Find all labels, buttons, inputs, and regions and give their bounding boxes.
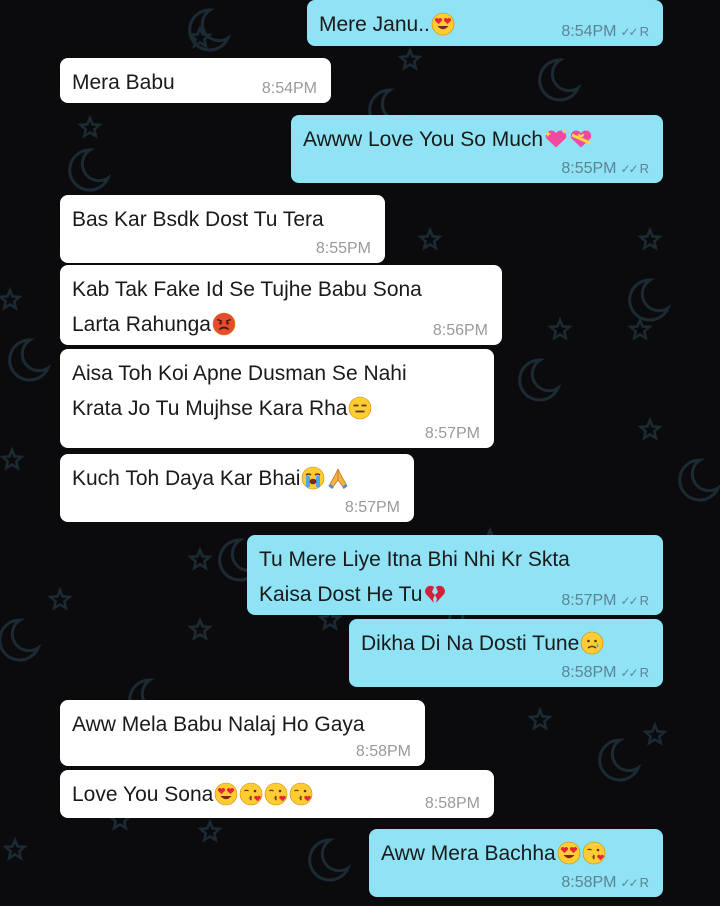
heart-with-ribbon-emoji-icon xyxy=(569,127,593,151)
moon-shape xyxy=(538,58,582,102)
read-status: R xyxy=(639,665,649,680)
sparkling-heart-emoji-icon xyxy=(544,127,568,151)
sent-message-bubble[interactable]: Dikha Di Na Dosti Tune 8:58PM ✓✓ R xyxy=(349,619,663,687)
message-text: Kab Tak Fake Id Se Tujhe Babu Sona Larta… xyxy=(72,278,422,336)
double-check-icon: ✓✓ xyxy=(620,666,639,680)
read-status: R xyxy=(639,593,649,608)
sent-message-bubble[interactable]: Aww Mera Bachha 8:58PM ✓✓ R xyxy=(369,829,663,897)
received-message-bubble[interactable]: Aisa Toh Koi Apne Dusman Se Nahi Krata J… xyxy=(60,349,494,448)
message-text: Kuch Toh Daya Kar Bhai xyxy=(72,467,301,490)
read-status: R xyxy=(639,24,649,39)
angry-face-emoji-icon xyxy=(212,312,236,336)
received-message-bubble[interactable]: Kuch Toh Daya Kar Bhai 8:57PM xyxy=(60,454,414,522)
moon-shape xyxy=(0,618,42,662)
kissing-heart-emoji-icon xyxy=(264,782,288,806)
message-text: Love You Sona xyxy=(72,783,214,806)
message-text: Bas Kar Bsdk Dost Tu Tera xyxy=(72,208,324,231)
message-meta: 8:57PM xyxy=(345,499,400,517)
moon-shape xyxy=(68,148,112,192)
heart-eyes-emoji-icon xyxy=(557,841,581,865)
sent-message-bubble[interactable]: Tu Mere Liye Itna Bhi Nhi Kr Skta Kaisa … xyxy=(247,535,663,615)
message-time: 8:54PM xyxy=(261,80,317,97)
message-meta: 8:58PM xyxy=(356,743,411,761)
moon-shape xyxy=(518,358,562,402)
chat-view[interactable]: Mere Janu.. 8:54PM ✓✓ R Mera Babu 8:54PM Awww … xyxy=(0,0,720,906)
message-time: 8:55PM xyxy=(315,240,371,257)
star-shape xyxy=(397,46,423,71)
message-meta: 8:54PM ✓✓ R xyxy=(561,23,649,41)
message-text: Awww Love You So Much xyxy=(303,128,544,151)
message-meta: 8:58PM xyxy=(425,795,480,813)
received-message-bubble[interactable]: Bas Kar Bsdk Dost Tu Tera 8:55PM xyxy=(60,195,385,263)
message-time: 8:54PM xyxy=(561,23,617,40)
message-text: Aww Mela Babu Nalaj Ho Gaya xyxy=(72,713,365,736)
read-status: R xyxy=(639,161,649,176)
folded-hands-emoji-icon xyxy=(326,466,350,490)
message-meta: 8:57PM ✓✓ R xyxy=(561,592,649,610)
message-meta: 8:55PM ✓✓ R xyxy=(561,160,649,178)
read-status: R xyxy=(639,875,649,890)
message-meta: 8:58PM ✓✓ R xyxy=(561,874,649,892)
expressionless-face-emoji-icon xyxy=(348,396,372,420)
message-time: 8:55PM xyxy=(561,160,617,177)
sent-message-bubble[interactable]: Awww Love You So Much 8:55PM ✓✓ R xyxy=(291,115,663,183)
message-text: Mere Janu.. xyxy=(319,13,430,36)
message-meta: 8:54PM xyxy=(262,80,317,98)
crying-face-emoji-icon xyxy=(301,466,325,490)
star-shape xyxy=(527,706,553,731)
moon-shape xyxy=(308,838,352,882)
message-meta: 8:56PM xyxy=(433,322,488,340)
kissing-heart-emoji-icon xyxy=(582,841,606,865)
star-shape xyxy=(0,446,25,471)
star-shape xyxy=(637,416,663,441)
message-time: 8:57PM xyxy=(424,425,480,442)
double-check-icon: ✓✓ xyxy=(620,876,639,890)
message-time: 8:58PM xyxy=(561,874,617,891)
star-shape xyxy=(417,226,443,251)
received-message-bubble[interactable]: Kab Tak Fake Id Se Tujhe Babu Sona Larta… xyxy=(60,265,502,345)
star-shape xyxy=(627,316,653,341)
message-meta: 8:55PM xyxy=(316,240,371,258)
message-time: 8:57PM xyxy=(344,499,400,516)
moon-shape xyxy=(628,278,672,322)
star-shape xyxy=(547,316,573,341)
double-check-icon: ✓✓ xyxy=(620,25,639,39)
message-meta: 8:57PM xyxy=(425,425,480,443)
kissing-heart-emoji-icon xyxy=(239,782,263,806)
star-shape xyxy=(2,836,28,861)
message-text: Dikha Di Na Dosti Tune xyxy=(361,632,580,655)
star-shape xyxy=(187,546,213,571)
star-shape xyxy=(642,721,668,746)
received-message-bubble[interactable]: Aww Mela Babu Nalaj Ho Gaya 8:58PM xyxy=(60,700,425,766)
message-time: 8:56PM xyxy=(432,322,488,339)
heart-eyes-emoji-icon xyxy=(431,12,455,36)
received-message-bubble[interactable]: Love You Sona 8:58PM xyxy=(60,770,494,818)
heart-eyes-emoji-icon xyxy=(214,782,238,806)
message-text: Aww Mera Bachha xyxy=(381,842,556,865)
broken-heart-emoji-icon xyxy=(423,582,447,606)
message-time: 8:57PM xyxy=(561,592,617,609)
message-time: 8:58PM xyxy=(424,795,480,812)
moon-shape xyxy=(598,738,642,782)
message-meta: 8:58PM ✓✓ R xyxy=(561,664,649,682)
message-text: Tu Mere Liye Itna Bhi Nhi Kr Skta Kaisa … xyxy=(259,548,570,606)
star-shape xyxy=(187,616,213,641)
kissing-heart-emoji-icon xyxy=(289,782,313,806)
message-time: 8:58PM xyxy=(355,743,411,760)
star-shape xyxy=(47,586,73,611)
sent-message-bubble[interactable]: Mere Janu.. 8:54PM ✓✓ R xyxy=(307,0,663,46)
message-text: Mera Babu xyxy=(72,71,175,94)
moon-shape xyxy=(8,338,52,382)
moon-shape xyxy=(678,458,720,502)
double-check-icon: ✓✓ xyxy=(620,594,639,608)
star-shape xyxy=(197,818,223,843)
message-time: 8:58PM xyxy=(561,664,617,681)
star-shape xyxy=(637,226,663,251)
double-check-icon: ✓✓ xyxy=(620,162,639,176)
sad-tear-face-emoji-icon xyxy=(580,631,604,655)
star-shape xyxy=(77,114,103,139)
star-shape xyxy=(0,286,23,311)
received-message-bubble[interactable]: Mera Babu 8:54PM xyxy=(60,58,331,103)
